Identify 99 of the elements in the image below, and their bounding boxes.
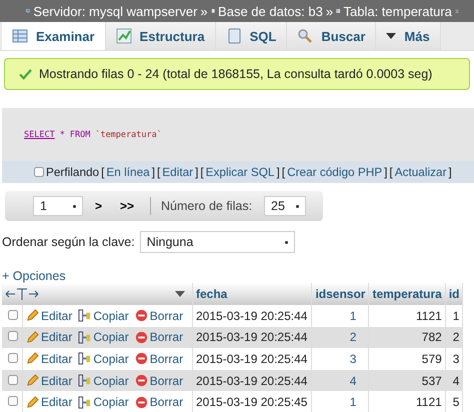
delete-icon[interactable] — [134, 396, 148, 409]
copy-icon[interactable] — [78, 374, 92, 388]
tab[interactable]: SQL — [216, 22, 288, 50]
delete-icon[interactable] — [134, 374, 148, 388]
bracket: ] — [384, 165, 388, 179]
copy-link[interactable]: Copiar — [93, 330, 129, 344]
row-checkbox[interactable] — [8, 331, 18, 342]
options-link[interactable]: + Opciones — [2, 269, 474, 283]
table-cell: 537 — [368, 370, 446, 392]
table-cell[interactable]: 1 — [312, 391, 369, 412]
delete-link[interactable]: Borrar — [150, 374, 184, 388]
delete-link[interactable]: Borrar — [150, 330, 184, 344]
column-header[interactable]: temperatura — [368, 283, 446, 305]
edit-link[interactable]: Editar — [41, 308, 72, 323]
table-cell: 2015-03-19 20:25:44 — [192, 370, 312, 392]
column-header[interactable]: idsensor — [312, 283, 369, 305]
checkbox-label: Perfilando — [46, 165, 100, 179]
delete-link[interactable]: Borrar — [150, 308, 184, 323]
row-checkbox[interactable] — [8, 310, 18, 320]
table-cell[interactable]: 4 — [312, 370, 369, 392]
action-link[interactable]: Crear código PHP — [287, 165, 382, 179]
breadcrumb-link[interactable]: Servidor: mysql wampserver — [33, 4, 198, 18]
action-link[interactable]: Explicar SQL — [206, 165, 274, 179]
copy-icon[interactable] — [78, 396, 92, 409]
table-cell: 5 — [445, 391, 463, 412]
tab[interactable]: Examinar — [2, 22, 106, 50]
copy-link[interactable]: Copiar — [93, 374, 129, 388]
bracket: [ — [156, 165, 160, 179]
sql-table-name: `temperatura` — [95, 130, 162, 140]
copy-link[interactable]: Copiar — [93, 308, 129, 323]
copy-icon[interactable] — [78, 309, 92, 322]
delete-icon[interactable] — [134, 352, 148, 366]
column-header[interactable]: fecha — [192, 283, 312, 305]
table-cell: 2015-03-19 20:25:45 — [192, 391, 312, 412]
bracket: [ — [101, 165, 104, 179]
bracket: [ — [282, 165, 286, 179]
bracket: ] — [448, 165, 452, 179]
copy-icon[interactable] — [78, 330, 92, 344]
sort-label: Ordenar según la clave: — [2, 235, 135, 249]
sort-select[interactable]: Ninguna — [140, 231, 295, 253]
pencil-icon[interactable] — [26, 396, 39, 409]
column-header[interactable]: id — [445, 283, 463, 305]
breadcrumb-link[interactable]: Base de datos: b3 — [218, 4, 323, 18]
bracket: ] — [276, 165, 280, 179]
tab[interactable]: Estructura — [106, 22, 216, 50]
edit-link[interactable]: Editar — [41, 374, 72, 388]
bracket: ] — [152, 165, 155, 179]
next-button[interactable]: > — [89, 199, 108, 213]
row-checkbox[interactable] — [8, 396, 18, 406]
column-arrows-icon[interactable] — [5, 288, 39, 300]
delete-link[interactable]: Borrar — [150, 395, 184, 410]
search-icon — [297, 28, 314, 44]
pencil-icon[interactable] — [26, 330, 39, 344]
delete-link[interactable]: Borrar — [150, 352, 184, 366]
chart-icon — [116, 28, 132, 44]
edit-link[interactable]: Editar — [41, 330, 72, 344]
sql-keyword: FROM — [70, 130, 90, 140]
table-cell: 2 — [445, 326, 463, 348]
checkbox[interactable] — [34, 167, 44, 177]
action-link[interactable]: En línea — [106, 165, 150, 179]
tab[interactable]: Más — [376, 22, 441, 50]
caret-icon — [386, 33, 396, 39]
pencil-icon[interactable] — [26, 309, 39, 322]
action-link[interactable]: Editar — [162, 165, 194, 179]
copy-link[interactable]: Copiar — [93, 352, 129, 366]
rows-select[interactable]: 25 — [264, 196, 306, 216]
breadcrumb-separator: » — [326, 4, 334, 18]
pencil-icon[interactable] — [26, 374, 39, 388]
table-icon — [12, 28, 28, 44]
copy-icon[interactable] — [78, 352, 92, 366]
bracket: ] — [195, 165, 198, 179]
row-checkbox[interactable] — [8, 352, 18, 363]
table-cell: 2015-03-19 20:25:44 — [192, 326, 312, 348]
table-cell: 782 — [368, 326, 446, 348]
delete-icon[interactable] — [134, 309, 148, 322]
checkmark-icon — [19, 68, 32, 80]
breadcrumb-separator: » — [200, 4, 208, 18]
page-select[interactable]: 1 — [33, 196, 83, 216]
sql-keyword[interactable]: SELECT — [24, 130, 55, 140]
table-cell: 1121 — [368, 391, 446, 412]
message-text: Mostrando filas 0 - 24 (total de 1868155, La consulta tardó 0.0003 seg) — [39, 67, 432, 81]
action-link[interactable]: Actualizar — [394, 165, 446, 179]
document-icon — [226, 28, 242, 44]
sql-operator: * — [60, 130, 65, 140]
bracket: [ — [200, 165, 204, 179]
rows-label: Número de filas: — [161, 199, 252, 213]
pencil-icon[interactable] — [26, 352, 39, 366]
bracket: [ — [389, 165, 393, 179]
delete-icon[interactable] — [134, 330, 148, 344]
tab[interactable]: Buscar — [287, 22, 376, 50]
table-cell[interactable]: 2 — [312, 326, 369, 348]
edit-link[interactable]: Editar — [41, 352, 72, 366]
edit-link[interactable]: Editar — [41, 395, 72, 410]
last-button[interactable]: >> — [114, 199, 140, 213]
dropdown-icon[interactable] — [175, 291, 185, 297]
table-cell: 4 — [445, 370, 463, 392]
row-checkbox[interactable] — [8, 374, 18, 385]
copy-link[interactable]: Copiar — [93, 395, 129, 410]
breadcrumb-link[interactable]: Tabla: temperatura — [344, 4, 452, 18]
